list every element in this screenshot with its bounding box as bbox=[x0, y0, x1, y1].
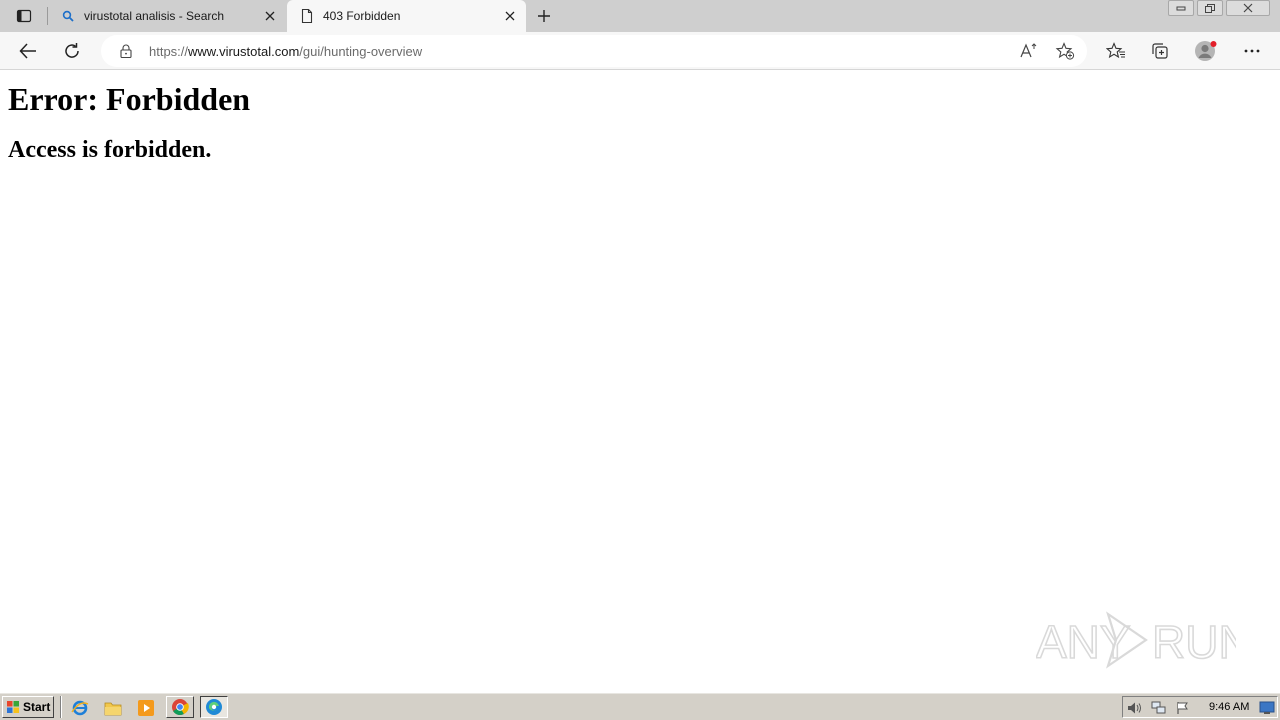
window-controls bbox=[1165, 0, 1270, 18]
minimize-icon[interactable] bbox=[1168, 0, 1194, 16]
search-icon bbox=[60, 8, 76, 24]
tab-forbidden[interactable]: 403 Forbidden bbox=[287, 0, 526, 32]
page-icon bbox=[299, 8, 315, 24]
browser-toolbar: https://www.virustotal.com/gui/hunting-o… bbox=[0, 32, 1280, 70]
restore-icon[interactable] bbox=[1197, 0, 1223, 16]
favorites-icon[interactable] bbox=[1102, 37, 1130, 65]
more-icon[interactable] bbox=[1238, 37, 1266, 65]
show-desktop-icon[interactable] bbox=[1259, 700, 1275, 716]
error-heading: Error: Forbidden bbox=[8, 81, 251, 117]
url-host: www.virustotal.com bbox=[188, 44, 300, 59]
add-favorite-icon[interactable] bbox=[1055, 41, 1075, 61]
media-player-icon[interactable] bbox=[136, 698, 156, 718]
ie-icon[interactable] bbox=[70, 698, 90, 718]
start-label: Start bbox=[23, 700, 51, 714]
url-text[interactable]: https://www.virustotal.com/gui/hunting-o… bbox=[149, 44, 422, 59]
system-tray: 9:46 AM bbox=[1122, 696, 1278, 718]
url-path: /gui/hunting-overview bbox=[299, 44, 423, 59]
chrome-icon[interactable] bbox=[166, 696, 194, 718]
refresh-icon[interactable] bbox=[58, 37, 86, 65]
close-tab-icon[interactable] bbox=[502, 8, 518, 24]
collections-icon[interactable] bbox=[1146, 37, 1174, 65]
back-icon[interactable] bbox=[14, 37, 42, 65]
edge-icon[interactable] bbox=[200, 696, 228, 718]
start-button[interactable]: Start bbox=[2, 696, 54, 718]
error-message: Access is forbidden. bbox=[8, 137, 212, 163]
close-window-icon[interactable] bbox=[1226, 0, 1270, 16]
page-content: Error: Forbidden Access is forbidden. AN… bbox=[0, 71, 1280, 691]
tab-actions-icon[interactable] bbox=[10, 4, 38, 28]
address-bar[interactable]: https://www.virustotal.com/gui/hunting-o… bbox=[101, 35, 1087, 67]
watermark-text-run: RUN bbox=[1152, 616, 1236, 668]
read-aloud-icon[interactable] bbox=[1019, 41, 1039, 61]
taskbar: Start 9:46 AM bbox=[0, 692, 1280, 720]
lock-icon[interactable] bbox=[118, 43, 134, 59]
profile-avatar[interactable] bbox=[1192, 37, 1220, 65]
windows-logo-icon bbox=[6, 700, 20, 714]
volume-icon[interactable] bbox=[1127, 700, 1143, 716]
clock[interactable]: 9:46 AM bbox=[1209, 701, 1249, 713]
taskbar-separator bbox=[60, 696, 62, 718]
anyrun-watermark-logo: ANY RUN bbox=[1036, 611, 1236, 669]
action-center-flag-icon[interactable] bbox=[1175, 700, 1191, 716]
explorer-icon[interactable] bbox=[103, 698, 123, 718]
tab-search[interactable]: virustotal analisis - Search bbox=[48, 0, 286, 32]
close-tab-icon[interactable] bbox=[262, 8, 278, 24]
tab-title: virustotal analisis - Search bbox=[84, 9, 225, 23]
new-tab-icon[interactable] bbox=[533, 5, 555, 27]
tab-title: 403 Forbidden bbox=[323, 9, 401, 23]
network-icon[interactable] bbox=[1151, 700, 1167, 716]
url-prefix: https:// bbox=[149, 44, 189, 59]
tab-strip: virustotal analisis - Search 403 Forbidd… bbox=[0, 0, 1280, 32]
